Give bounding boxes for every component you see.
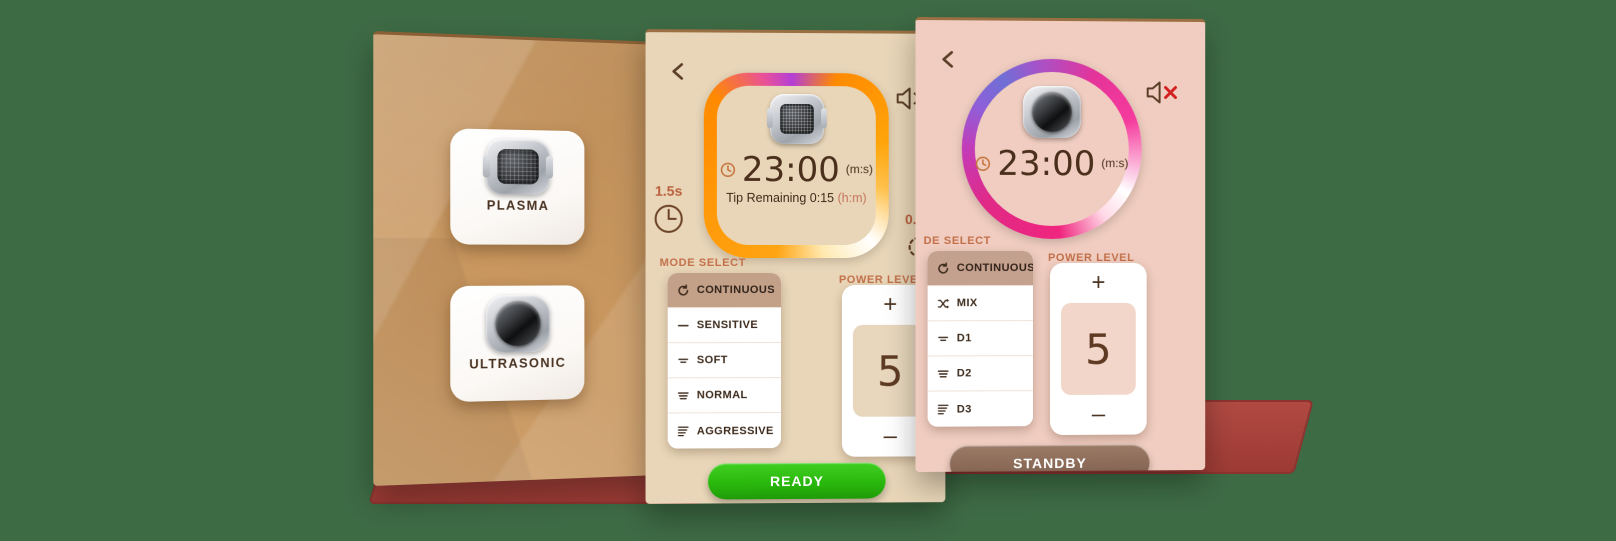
mode-item-label: CONTINUOUS — [956, 262, 1034, 275]
plasma-control-panel: 23:00 (m:s) Tip Remaining 0:15 (h:m) 1.5… — [645, 29, 946, 504]
ultrasonic-control-panel: 23:00 (m:s) DE SELECT POWER LEVEL CONTIN… — [915, 16, 1206, 473]
plasma-mesh — [779, 103, 814, 135]
mode-item-label: D3 — [956, 402, 972, 416]
ultrasonic-dial-ring[interactable]: 23:00 (m:s) — [961, 58, 1142, 240]
panel-facet — [373, 34, 660, 486]
scene: PLASMA ULTRASONIC 23:00 (m:s) Tip Remain… — [0, 0, 1616, 541]
ultrasonic-dome — [495, 300, 541, 347]
ultrasonic-head-icon — [485, 294, 550, 353]
mode-select-caption: DE SELECT — [923, 234, 992, 248]
timer-value: 23:00 — [741, 149, 840, 191]
mode-item-mix[interactable]: MIX — [927, 286, 1034, 322]
level-4-icon — [937, 403, 950, 416]
loop-icon — [937, 262, 950, 275]
device-tile-ultrasonic[interactable]: ULTRASONIC — [450, 285, 585, 403]
clock-icon — [975, 156, 991, 172]
plasma-mesh — [497, 148, 539, 185]
level-2-icon — [677, 354, 690, 367]
level-3-icon — [677, 389, 690, 402]
power-decrease-button[interactable]: – — [1082, 401, 1115, 429]
shuffle-icon — [937, 297, 950, 310]
level-1-icon — [677, 319, 690, 332]
timer-unit: (m:s) — [1101, 156, 1129, 171]
mode-item-continuous[interactable]: CONTINUOUS — [667, 273, 782, 309]
plasma-dial-ring[interactable]: 23:00 (m:s) Tip Remaining 0:15 (h:m) — [703, 72, 889, 259]
tip-remaining: Tip Remaining 0:15 (h:m) — [726, 191, 867, 205]
mode-item-label: CONTINUOUS — [696, 284, 775, 297]
mode-item-aggressive[interactable]: AGGRESSIVE — [667, 413, 782, 449]
mode-item-label: D2 — [956, 367, 972, 380]
mode-select-list[interactable]: CONTINUOUS MIX D1 D2 D3 — [927, 251, 1034, 427]
mode-item-label: NORMAL — [696, 389, 748, 402]
mode-item-sensitive[interactable]: SENSITIVE — [667, 308, 782, 344]
plasma-head-icon — [485, 138, 550, 195]
device-tile-label: PLASMA — [486, 198, 550, 214]
level-3-icon — [937, 367, 950, 380]
device-tile-plasma[interactable]: PLASMA — [450, 128, 585, 245]
timer-unit: (m:s) — [845, 162, 873, 177]
pulse-duration-control[interactable]: 1.5s — [652, 183, 686, 239]
mode-select-caption: MODE SELECT — [659, 256, 747, 270]
ready-button[interactable]: READY — [707, 462, 886, 500]
mode-item-d1[interactable]: D1 — [927, 321, 1034, 357]
clock-dial-icon — [652, 202, 686, 239]
power-level-stepper[interactable]: + 5 – — [1050, 262, 1147, 436]
power-level-value: 5 — [1061, 302, 1136, 395]
loop-icon — [677, 284, 690, 297]
ultrasonic-head-icon — [1022, 85, 1081, 139]
tip-remaining-unit: (h:m) — [837, 191, 867, 206]
power-increase-button[interactable]: + — [873, 291, 907, 319]
ultrasonic-dome — [1032, 91, 1072, 133]
panel-facet — [373, 34, 660, 486]
chevron-left-icon[interactable] — [668, 60, 690, 82]
clock-icon — [720, 162, 736, 178]
standby-button[interactable]: STANDBY — [949, 444, 1150, 473]
mode-item-label: MIX — [956, 297, 978, 310]
mode-item-label: SENSITIVE — [696, 319, 759, 332]
level-4-icon — [677, 424, 690, 437]
tip-remaining-label: Tip Remaining 0:15 — [726, 190, 835, 206]
speaker-mute-icon[interactable] — [1144, 79, 1188, 105]
mode-item-normal[interactable]: NORMAL — [667, 378, 782, 414]
mode-item-d3[interactable]: D3 — [927, 391, 1034, 427]
timer-readout: 23:00 (m:s) — [975, 144, 1128, 184]
level-2-icon — [937, 332, 950, 345]
power-decrease-button[interactable]: – — [874, 423, 907, 451]
chevron-left-icon[interactable] — [938, 48, 960, 70]
mode-item-d2[interactable]: D2 — [927, 356, 1034, 392]
mode-select-list[interactable]: CONTINUOUS SENSITIVE SOFT NORMAL AGGRESS… — [667, 273, 782, 449]
mode-item-label: AGGRESSIVE — [696, 424, 774, 437]
timer-value: 23:00 — [997, 143, 1096, 185]
mode-item-soft[interactable]: SOFT — [667, 343, 782, 379]
device-tile-label: ULTRASONIC — [469, 355, 567, 372]
plasma-head-icon — [769, 93, 824, 145]
device-select-panel: PLASMA ULTRASONIC — [373, 31, 660, 486]
timer-readout: 23:00 (m:s) — [720, 150, 873, 190]
mode-item-continuous[interactable]: CONTINUOUS — [927, 251, 1034, 287]
mode-item-label: D1 — [956, 332, 972, 345]
power-increase-button[interactable]: + — [1081, 269, 1115, 297]
mode-item-label: SOFT — [696, 354, 728, 367]
pulse-duration-value: 1.5s — [654, 182, 683, 199]
